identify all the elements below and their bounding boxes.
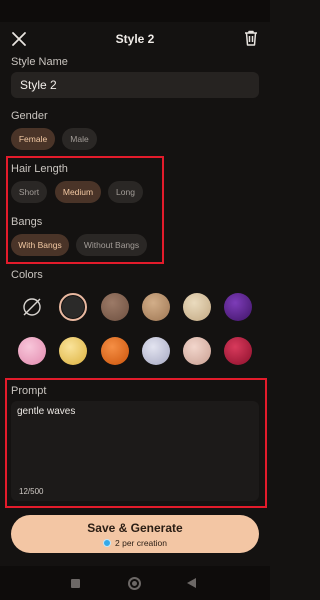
chip-with-bangs[interactable]: With Bangs: [11, 234, 69, 256]
swatch-purple[interactable]: [224, 293, 252, 321]
gender-label: Gender: [11, 110, 48, 122]
chip-without-bangs[interactable]: Without Bangs: [76, 234, 147, 256]
credit-cost: 2 per creation: [103, 538, 167, 548]
chip-female[interactable]: Female: [11, 128, 55, 150]
swatch-orange[interactable]: [101, 337, 129, 365]
chip-male[interactable]: Male: [62, 128, 97, 150]
chip-long[interactable]: Long: [108, 181, 143, 203]
prompt-char-count: 12/500: [19, 487, 44, 496]
home-icon[interactable]: [128, 577, 141, 590]
system-nav-bar: [0, 566, 270, 600]
colors-label: Colors: [11, 269, 43, 281]
prompt-value: gentle waves: [17, 406, 76, 417]
recents-icon[interactable]: [71, 579, 80, 588]
status-bar: [0, 0, 270, 22]
credit-cost-text: 2 per creation: [115, 537, 167, 548]
save-generate-label: Save & Generate: [87, 520, 183, 535]
no-color-icon[interactable]: [19, 294, 45, 320]
swatch-silver[interactable]: [142, 337, 170, 365]
bangs-label: Bangs: [11, 216, 43, 228]
swatch-gold[interactable]: [59, 337, 87, 365]
save-generate-button[interactable]: Save & Generate 2 per creation: [11, 515, 259, 553]
swatch-brown[interactable]: [101, 293, 129, 321]
chip-medium[interactable]: Medium: [55, 181, 101, 203]
swatch-rose-blonde[interactable]: [183, 337, 211, 365]
close-icon[interactable]: [10, 30, 28, 48]
hair-length-label: Hair Length: [11, 163, 68, 175]
swatch-black[interactable]: [59, 293, 87, 321]
prompt-label: Prompt: [11, 385, 47, 397]
trash-icon[interactable]: [242, 29, 260, 47]
swatch-pink[interactable]: [18, 337, 46, 365]
coin-icon: [103, 538, 111, 547]
page-title: Style 2: [115, 32, 155, 46]
style-name-input[interactable]: Style 2: [11, 72, 259, 98]
swatch-blonde[interactable]: [183, 293, 211, 321]
chip-short[interactable]: Short: [11, 181, 47, 203]
swatch-light-brown[interactable]: [142, 293, 170, 321]
back-icon[interactable]: [187, 578, 196, 588]
top-bar: Style 2: [0, 22, 270, 56]
swatch-burgundy[interactable]: [224, 337, 252, 365]
style-name-label: Style Name: [11, 56, 68, 68]
